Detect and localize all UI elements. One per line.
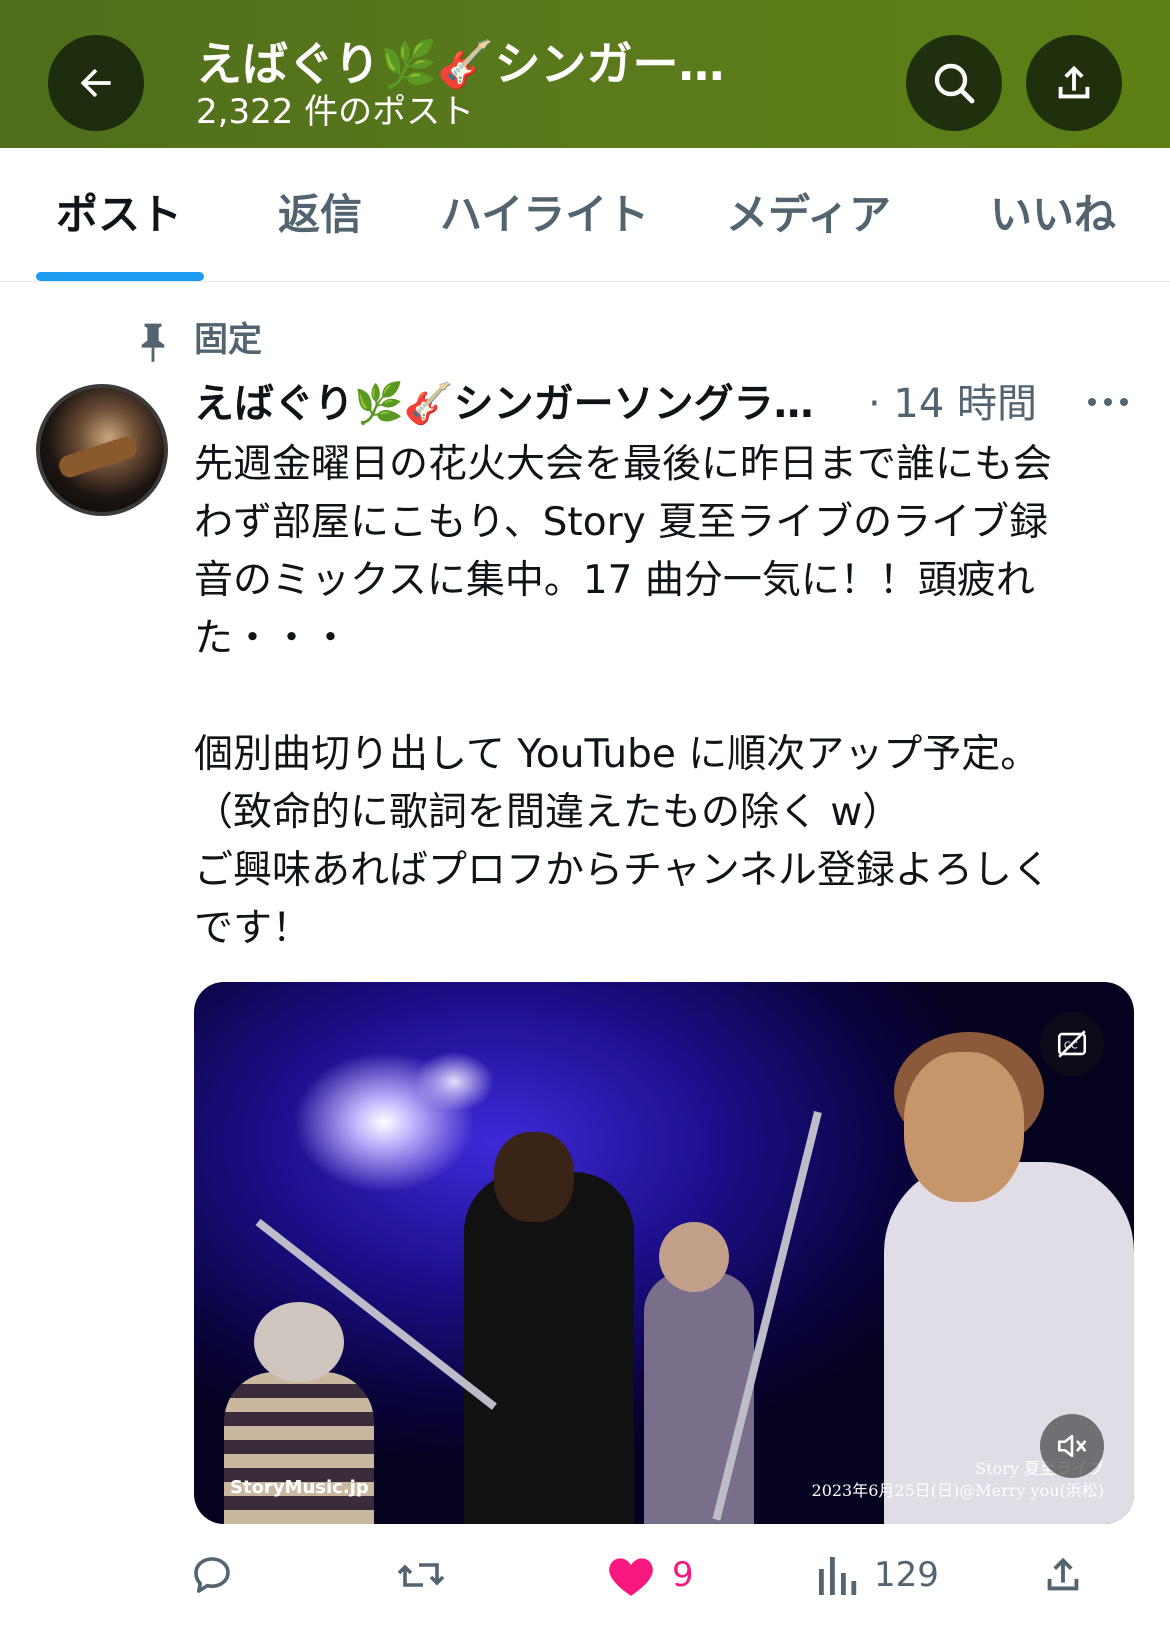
like-count: 9 (672, 1555, 694, 1595)
like-button[interactable]: 9 (606, 1540, 694, 1610)
reply-button[interactable] (188, 1540, 236, 1610)
post-count: 2,322 件のポスト (196, 92, 475, 132)
view-count: 129 (874, 1555, 939, 1595)
author-name[interactable]: えばぐり🌿🎸シンガーソングラ… (194, 378, 864, 430)
more-icon[interactable] (1086, 392, 1130, 412)
muted-speaker-icon (1057, 1434, 1087, 1458)
search-icon (934, 63, 975, 104)
back-button[interactable] (48, 35, 144, 131)
views-button[interactable]: 129 (816, 1540, 939, 1610)
heart-filled-icon (609, 1558, 653, 1596)
share-post-button[interactable] (1040, 1540, 1086, 1610)
share-button[interactable] (1026, 35, 1122, 131)
arrow-left-icon (80, 68, 111, 98)
tab-replies[interactable]: 返信 (278, 188, 362, 242)
female-singer-head (904, 1052, 1024, 1202)
mute-button[interactable] (1040, 1414, 1104, 1478)
search-button[interactable] (906, 35, 1002, 131)
video-watermark-left: StoryMusic.jp (230, 1477, 369, 1498)
repost-icon (397, 1563, 445, 1587)
post-time[interactable]: · 14 時間 (868, 378, 1037, 430)
male-singer-head (494, 1132, 574, 1222)
post-video[interactable]: StoryMusic.jp Story 夏至ライブ 2023年6月25日(日)@… (194, 982, 1134, 1524)
avatar[interactable] (36, 384, 168, 516)
tab-highlights[interactable]: ハイライト (440, 188, 649, 242)
tab-posts[interactable]: ポスト (56, 188, 182, 242)
pin-icon (141, 323, 165, 362)
captions-off-icon: CC (1057, 1030, 1087, 1058)
post-text: 先週金曜日の花火大会を最後に昨日まで誰にも会 わず部屋にこもり、Story 夏至… (194, 442, 1053, 951)
reply-icon (194, 1557, 230, 1593)
share-icon (1058, 65, 1090, 99)
captions-button[interactable]: CC (1040, 1012, 1104, 1076)
male-singer-figure (464, 1172, 634, 1524)
video-caption-line2: 2023年6月25日(日)@Merry you(浜松) (811, 1481, 1104, 1500)
share-icon (1047, 1557, 1079, 1591)
post-actions: 9 129 (0, 1540, 1170, 1620)
profile-tabs: ポスト 返信 ハイライト メディア いいね (0, 148, 1170, 282)
keyboardist-figure (224, 1372, 374, 1524)
header-title: えばぐり🌿🎸シンガー… (196, 37, 725, 91)
guitarist-head (659, 1222, 729, 1292)
keyboardist-head (254, 1302, 344, 1382)
pinned-label: 固定 (194, 320, 262, 360)
profile-header: えばぐり🌿🎸シンガー… 2,322 件のポスト (0, 0, 1170, 148)
tab-likes[interactable]: いいね (990, 188, 1116, 242)
active-tab-indicator (36, 272, 204, 281)
views-chart-icon (819, 1557, 857, 1595)
repost-button[interactable] (394, 1540, 448, 1610)
tab-media[interactable]: メディア (726, 188, 891, 242)
guitarist-figure (644, 1272, 754, 1524)
